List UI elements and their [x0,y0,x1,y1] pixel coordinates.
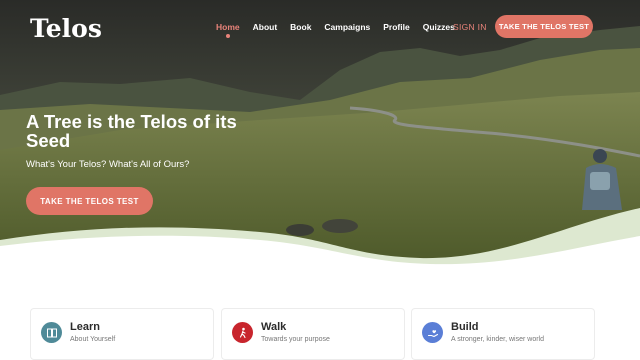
feature-title: Walk [261,321,287,333]
feature-title: Build [451,321,479,333]
feature-description: Towards your purpose [261,336,330,343]
hero-headline: A Tree is the Telos of its Seed [26,111,237,151]
main-nav: Home About Book Campaigns Profile Quizze… [216,22,468,38]
nav-item-about[interactable]: About [253,22,278,32]
feature-card-learn[interactable]: Learn About Yourself [30,308,214,360]
nav-item-home[interactable]: Home [216,22,240,38]
nav-item-book[interactable]: Book [290,22,311,32]
feature-description: About Yourself [70,336,116,343]
feature-description: A stronger, kinder, wiser world [451,336,544,343]
nav-take-test-button[interactable]: TAKE THE TELOS TEST [495,15,593,38]
nav-item-campaigns[interactable]: Campaigns [324,22,370,32]
helping-hand-icon [422,322,443,343]
nav-item-profile[interactable]: Profile [383,22,409,32]
feature-card-build[interactable]: Build A stronger, kinder, wiser world [411,308,595,360]
book-icon [41,322,62,343]
feature-cards: Learn About Yourself Walk Towards your p… [30,308,595,360]
nav-item-quizzes[interactable]: Quizzes [423,22,455,32]
hero-subheadline: What's Your Telos? What's All of Ours? [26,159,190,170]
walking-person-icon [232,322,253,343]
sign-in-link[interactable]: SIGN IN [453,22,487,32]
feature-title: Learn [70,321,100,333]
feature-card-walk[interactable]: Walk Towards your purpose [221,308,405,360]
hero-wave-divider [0,208,640,266]
site-logo[interactable]: Telos [30,14,102,43]
